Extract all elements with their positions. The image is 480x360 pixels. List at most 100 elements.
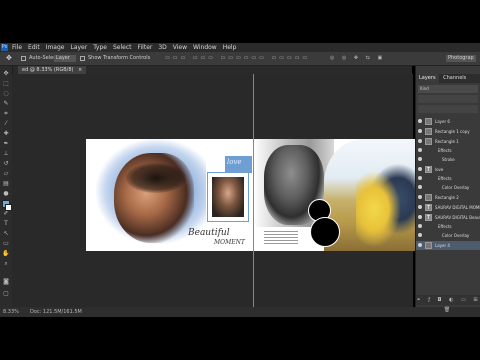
link-layers-icon[interactable]: ⚭ [416,297,423,303]
menu-file[interactable]: File [12,43,22,52]
menu-help[interactable]: Help [223,43,237,52]
visibility-eye-icon[interactable] [418,139,422,143]
gradient-tool-icon[interactable]: ▤ [2,180,10,187]
layer-filter-dropdown[interactable]: Kind [418,85,478,93]
tab-layers[interactable]: Layers [416,74,439,83]
quick-select-tool-icon[interactable]: ✎ [2,100,10,107]
layer-effects-row[interactable]: Effects [416,174,480,183]
visibility-eye-icon[interactable] [418,176,422,180]
album-spread-canvas[interactable]: love Beautiful MOMENT [86,139,422,251]
layer-row[interactable]: T SAURAV DIGITAL Beautiful [416,213,480,222]
layer-row[interactable]: Layer 4 [416,241,480,250]
layer-effects-row[interactable]: Effects [416,146,480,155]
add-style-icon[interactable]: ƒ [428,297,433,303]
layer-thumbnail [425,242,432,249]
visibility-eye-icon[interactable] [418,195,422,199]
document-tab[interactable]: ed @ 8.33% (RGB/8) × [18,66,87,74]
shape-tool-icon[interactable]: ▭ [2,240,10,247]
visibility-eye-icon[interactable] [418,167,422,171]
pen-tool-icon[interactable]: ✐ [2,210,10,217]
menu-layer[interactable]: Layer [70,43,87,52]
menu-view[interactable]: View [173,43,187,52]
menu-window[interactable]: Window [193,43,217,52]
new-adjustment-icon[interactable]: ◐ [449,297,456,303]
layer-name: Rectangle 1 copy [435,129,470,134]
menu-3d[interactable]: 3D [158,43,166,52]
visibility-eye-icon[interactable] [418,148,422,152]
visibility-eye-icon[interactable] [418,224,422,228]
brush-tool-icon[interactable]: ✒ [2,140,10,147]
type-tool-icon[interactable]: T [2,220,10,227]
layer-row[interactable]: Rectangle 2 [416,193,480,202]
visibility-eye-icon[interactable] [418,243,422,247]
visibility-eye-icon[interactable] [418,129,422,133]
healing-brush-tool-icon[interactable]: ✚ [2,130,10,137]
layer-row[interactable]: T love [416,165,480,174]
menu-type[interactable]: Type [93,43,107,52]
layer-row[interactable]: T SAURAV DIGITAL MOMENT [416,203,480,212]
layer-name: SAURAV DIGITAL MOMENT [435,205,480,210]
move-tool-icon[interactable]: ✥ [2,70,10,77]
marquee-tool-icon[interactable]: ⬚ [2,80,10,87]
auto-select-dropdown[interactable]: Layer [54,55,76,62]
layer-effect-row[interactable]: Stroke [416,155,480,164]
type-layer-icon: T [425,166,432,173]
3d-mode-icons[interactable]: ◎ ◎ ✥ ⇆ ▣ [330,52,385,65]
layer-name: Color Overlay [442,233,470,238]
eraser-tool-icon[interactable]: ▱ [2,170,10,177]
layer-controls-row [418,95,478,103]
move-tool-icon[interactable]: ✥ [6,52,12,65]
field-couple-figures [356,149,416,249]
zoom-tool-icon[interactable]: ⌕ [2,260,10,267]
eyedropper-tool-icon[interactable]: ⁄ [2,120,10,127]
menu-select[interactable]: Select [113,43,132,52]
blur-tool-icon[interactable]: ● [2,190,10,197]
clone-stamp-tool-icon[interactable]: ⊥ [2,150,10,157]
layer-effect-row[interactable]: Color Overlay [416,183,480,192]
layers-panel: Layers Channels Kind Layer 6 Rectangle 1… [415,66,480,313]
screen-mode-icon[interactable]: ▢ [2,290,10,297]
layer-name: Rectangle 1 [435,139,459,144]
visibility-eye-icon[interactable] [418,215,422,219]
visibility-eye-icon[interactable] [418,119,422,123]
align-icons[interactable]: ▭▭▭ ▭▭▭ ▭▭▭▭▭▭ ▭▭▭▭▭ [165,52,310,65]
layer-name: Effects [438,224,452,229]
framed-photo-image [212,177,244,217]
path-select-tool-icon[interactable]: ↖ [2,230,10,237]
visibility-eye-icon[interactable] [418,233,422,237]
panel-tabs: Layers Channels [416,74,480,83]
layer-thumbnail [425,118,432,125]
quick-mask-icon[interactable]: ◙ [2,278,10,285]
visibility-eye-icon[interactable] [418,157,422,161]
menu-filter[interactable]: Filter [138,43,153,52]
history-brush-tool-icon[interactable]: ↺ [2,160,10,167]
auto-select-checkbox[interactable] [21,56,26,61]
menu-edit[interactable]: Edit [28,43,40,52]
close-tab-icon[interactable]: × [78,67,82,73]
new-group-icon[interactable]: ▭ [461,297,469,303]
add-mask-icon[interactable]: ◘ [438,297,445,303]
hand-tool-icon[interactable]: ✋ [2,250,10,257]
crop-tool-icon[interactable]: ⌗ [2,110,10,117]
layer-row[interactable]: Rectangle 1 [416,137,480,146]
background-color-swatch[interactable] [5,204,12,211]
layer-name: love [435,167,444,172]
layer-row[interactable]: Layer 6 [416,117,480,126]
lasso-tool-icon[interactable]: ◌ [2,90,10,97]
transform-controls-checkbox[interactable] [80,56,85,61]
layer-effect-row[interactable]: Color Overlay [416,231,480,240]
type-layer-icon: T [425,214,432,221]
visibility-eye-icon[interactable] [418,185,422,189]
layer-row[interactable]: Rectangle 1 copy [416,127,480,136]
layers-panel-footer: ⚭ ƒ ◘ ◐ ▭ ⊞ 🗑 [416,295,480,313]
menu-image[interactable]: Image [46,43,65,52]
document-tab-label: ed @ 8.33% (RGB/8) [22,67,74,73]
layer-effects-row[interactable]: Effects [416,222,480,231]
delete-layer-icon[interactable]: 🗑 [444,307,453,313]
new-layer-icon[interactable]: ⊞ [473,297,480,303]
tab-channels[interactable]: Channels [440,74,469,83]
couple-hair-left [126,163,186,193]
visibility-eye-icon[interactable] [418,205,422,209]
workspace-switcher[interactable]: Photograp [446,55,476,62]
zoom-level[interactable]: 8.33% [3,307,19,317]
